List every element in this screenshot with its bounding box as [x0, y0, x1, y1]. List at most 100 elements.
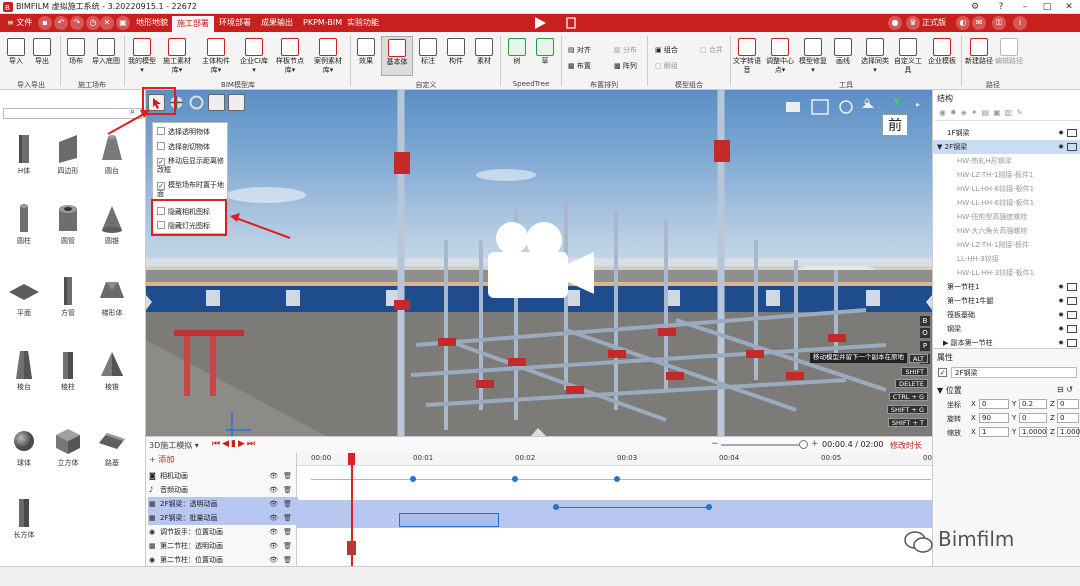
- play-icon[interactable]: [533, 16, 547, 30]
- light-icon[interactable]: ✸: [1058, 308, 1064, 322]
- tree-item-raft-foundation[interactable]: 筏板基础 ✸: [933, 308, 1080, 322]
- tree-item-child[interactable]: HW-LL-HH-6铰接-板件1: [933, 196, 1080, 210]
- export-icon[interactable]: [566, 17, 576, 29]
- track-wrench-position[interactable]: ◉ 调节扳手：位置动画 👁 🗑: [148, 525, 298, 539]
- table-icon[interactable]: [1067, 339, 1077, 347]
- zoom-in-icon[interactable]: +: [811, 439, 819, 449]
- import-base-map-button[interactable]: 导入底图: [92, 38, 120, 66]
- array-button[interactable]: ▩ 阵列: [614, 61, 637, 71]
- table-icon[interactable]: [1067, 143, 1077, 151]
- model-repair-button[interactable]: 模型修复▾: [799, 38, 827, 75]
- draw-line-button[interactable]: 画线: [831, 38, 855, 66]
- file-menu[interactable]: ≡ 文件: [2, 14, 37, 32]
- trash-icon[interactable]: 🗑: [283, 553, 292, 567]
- trash-icon[interactable]: 🗑: [283, 525, 292, 539]
- trash-icon[interactable]: 🗑: [283, 497, 292, 511]
- site-layout-button[interactable]: 场布: [64, 38, 88, 66]
- shape-prismoid[interactable]: 棱台: [4, 348, 44, 392]
- tree-item-2f-beam[interactable]: ▼ 2F钢梁 ✸: [933, 140, 1080, 154]
- lock-icon[interactable]: ⚿: [992, 16, 1006, 30]
- undo-icon[interactable]: ↶: [54, 16, 68, 30]
- keyframe-point[interactable]: [614, 476, 620, 482]
- hotkey-delete[interactable]: DELETE: [895, 379, 928, 388]
- enterprise-template-button[interactable]: 企业模板: [928, 38, 956, 66]
- hotkey-shift-g[interactable]: SHIFT + G: [886, 405, 928, 414]
- rotation-y-input[interactable]: 0: [1019, 413, 1047, 423]
- shape-roadbed[interactable]: 路基: [92, 424, 132, 468]
- trash-icon[interactable]: 🗑: [283, 469, 292, 483]
- timeline-grid[interactable]: 00:00 00:01 00:02 00:03 00:04 00:05 00:0…: [296, 453, 943, 567]
- component-button[interactable]: 构件: [444, 38, 468, 66]
- visibility-icon[interactable]: 👁: [269, 539, 278, 553]
- info-icon[interactable]: i: [1013, 16, 1027, 30]
- tree-item-child[interactable]: HW-大六角头高强螺栓: [933, 224, 1080, 238]
- light-icon[interactable]: ✸: [1058, 336, 1064, 348]
- hotkey-ctrl-g[interactable]: CTRL + G: [888, 392, 928, 401]
- keyframe-point[interactable]: [410, 476, 416, 482]
- position-section-header[interactable]: ▼ 位置: [937, 385, 962, 396]
- rotation-z-input[interactable]: 0: [1057, 413, 1079, 423]
- tree-item-child[interactable]: HW-LZ-TH-1刚接-板件: [933, 238, 1080, 252]
- settings-gear-icon[interactable]: ⚙: [964, 0, 986, 14]
- import-button[interactable]: 导入: [4, 38, 28, 66]
- enterprise-ci-button[interactable]: 企业CI库▾: [240, 38, 268, 75]
- construction-library-button[interactable]: 施工素材库▾: [162, 38, 192, 75]
- tab-construction-deploy[interactable]: 施工部署: [172, 14, 214, 32]
- light-icon[interactable]: ✸: [1058, 294, 1064, 308]
- shape-pyramid[interactable]: 棱锥: [92, 348, 132, 392]
- uncombine-button[interactable]: ▢ 解组: [655, 61, 678, 71]
- light-icon[interactable]: ✸: [1058, 322, 1064, 336]
- view-cube-front[interactable]: 前: [882, 114, 908, 136]
- tab-experimental[interactable]: 实验功能: [342, 14, 384, 32]
- hotkey-alt[interactable]: ALT: [908, 354, 928, 363]
- align-button[interactable]: ▤ 对齐: [568, 45, 591, 55]
- side-key-p[interactable]: P: [920, 341, 930, 351]
- structure-library-button[interactable]: 主体构件库▾: [200, 38, 232, 75]
- reset-icon[interactable]: ⊟ ↺: [1057, 385, 1073, 394]
- tree-item-child[interactable]: HW-LL-HH-3铰接-板件1: [933, 266, 1080, 280]
- add-track-button[interactable]: + 添加: [149, 454, 174, 465]
- shape-quadrilateral[interactable]: 四边形: [48, 132, 88, 176]
- track-column-transparent[interactable]: ▦ 第二节柱：透明动画 👁 🗑: [148, 539, 298, 553]
- trash-icon[interactable]: 🗑: [283, 483, 292, 497]
- shape-trapezoid[interactable]: 梯形体: [92, 274, 132, 318]
- adjust-center-button[interactable]: 调整中心点▾: [764, 38, 796, 75]
- tab-terrain[interactable]: 地形地貌: [131, 14, 173, 32]
- sample-node-button[interactable]: 样板节点库▾: [274, 38, 306, 75]
- shape-prism[interactable]: 棱柱: [48, 348, 88, 392]
- table-icon[interactable]: [1067, 325, 1077, 333]
- tab-environment[interactable]: 环境部署: [214, 14, 256, 32]
- my-models-button[interactable]: 我的模型▾: [128, 38, 156, 75]
- history-icon[interactable]: ◷: [86, 16, 100, 30]
- layout-button[interactable]: ▦ 布置: [568, 61, 591, 71]
- shape-pipe[interactable]: 圆管: [48, 202, 88, 246]
- position-y-input[interactable]: 0.2: [1019, 399, 1047, 409]
- shape-cylinder[interactable]: 圆柱: [4, 202, 44, 246]
- annotation-button[interactable]: 标注: [416, 38, 440, 66]
- effects-button[interactable]: 效果: [354, 38, 378, 66]
- case-library-button[interactable]: 案例素材库▾: [312, 38, 344, 75]
- shape-sphere[interactable]: 球体: [4, 424, 44, 468]
- tree-item-steel-beam[interactable]: 钢梁 ✸: [933, 322, 1080, 336]
- zoom-slider[interactable]: [721, 444, 805, 446]
- keyframe-point[interactable]: [512, 476, 518, 482]
- scale-x-input[interactable]: 1: [979, 427, 1009, 437]
- shape-h-body[interactable]: H体: [4, 132, 44, 176]
- keyframe-marker[interactable]: [347, 541, 357, 555]
- light-icon[interactable]: ✸: [1058, 140, 1064, 154]
- tree-item-child[interactable]: HW-热轧H形钢梁: [933, 154, 1080, 168]
- tree-item-child[interactable]: LL-HH-3铰接: [933, 252, 1080, 266]
- light-icon[interactable]: ✸: [1058, 280, 1064, 294]
- trash-icon[interactable]: 🗑: [283, 539, 292, 553]
- maximize-button[interactable]: □: [1036, 0, 1058, 14]
- home-view-icon[interactable]: ⌂: [864, 96, 870, 107]
- rotation-x-input[interactable]: 90: [979, 413, 1009, 423]
- table-icon[interactable]: [1067, 129, 1077, 137]
- edit-path-button[interactable]: 编辑路径: [995, 38, 1023, 66]
- select-similar-button[interactable]: 选择同类▾: [860, 38, 890, 75]
- delete-icon[interactable]: ✕: [100, 16, 114, 30]
- visibility-icon[interactable]: 👁: [269, 511, 278, 525]
- merge-button[interactable]: ▢ 合并: [700, 45, 723, 55]
- structure-tool-icons[interactable]: ◉✸◈✦▤▣▥✎: [939, 108, 1027, 117]
- zoom-out-icon[interactable]: −: [711, 439, 719, 449]
